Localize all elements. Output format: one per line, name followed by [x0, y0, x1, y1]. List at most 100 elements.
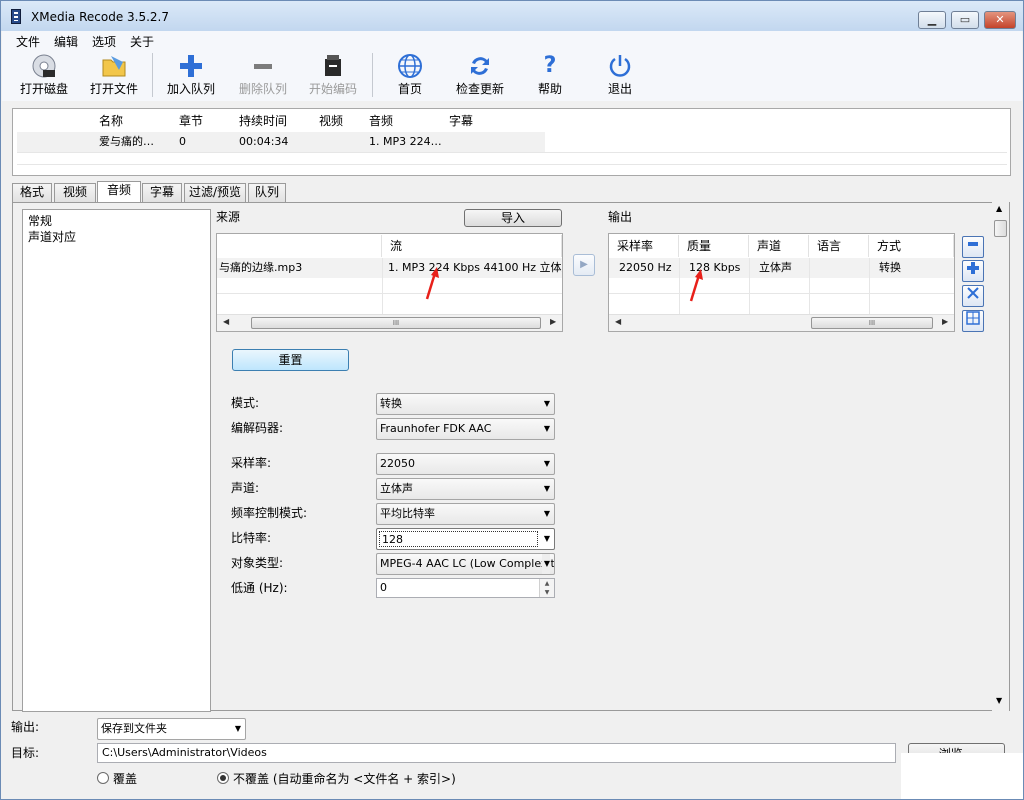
- home-button[interactable]: 首页: [382, 49, 438, 101]
- tab-subtitle[interactable]: 字幕: [142, 183, 182, 202]
- spin-up-icon[interactable]: ▲: [540, 579, 554, 588]
- menu-options[interactable]: 选项: [92, 33, 116, 50]
- grid-line: [17, 164, 1007, 165]
- spin-buttons[interactable]: ▲ ▼: [539, 579, 554, 597]
- output-header-quality[interactable]: 质量: [679, 235, 749, 257]
- help-button[interactable]: ? 帮助: [522, 49, 578, 101]
- ratecontrol-value: 平均比特率: [380, 507, 435, 520]
- queue-cell-video: [315, 132, 365, 152]
- no-overwrite-radio[interactable]: [217, 772, 229, 784]
- tab-audio[interactable]: 音频: [97, 181, 141, 203]
- scroll-right-icon[interactable]: ▶: [942, 317, 948, 326]
- grid-stream-button[interactable]: [962, 310, 984, 332]
- nav-item-channel-map[interactable]: 声道对应: [28, 228, 76, 245]
- open-disc-button[interactable]: 打开磁盘: [8, 49, 80, 101]
- tab-video[interactable]: 视频: [54, 183, 96, 202]
- import-button[interactable]: 导入: [464, 209, 562, 227]
- no-overwrite-label: 不覆盖 (自动重命名为 <文件名 + 索引>): [233, 772, 456, 786]
- queue-list[interactable]: 名称 章节 持续时间 视频 音频 字幕 爱与痛的… 0 00:04:34 1. …: [12, 108, 1011, 176]
- scroll-up-icon[interactable]: ▲: [996, 204, 1002, 213]
- queue-cell-subtitle: [445, 132, 545, 152]
- add-queue-button[interactable]: 加入队列: [160, 49, 222, 101]
- scroll-left-icon[interactable]: ◀: [615, 317, 621, 326]
- exit-button[interactable]: 退出: [592, 49, 648, 101]
- output-header-method[interactable]: 方式: [869, 235, 954, 257]
- output-mode-select[interactable]: 保存到文件夹 ▼: [97, 718, 246, 740]
- vscroll-thumb[interactable]: [994, 220, 1007, 237]
- source-header-stream[interactable]: 流: [382, 235, 562, 257]
- audio-nav-tree[interactable]: 常规 声道对应: [22, 209, 211, 712]
- spin-down-icon[interactable]: ▼: [540, 588, 554, 597]
- output-header-language[interactable]: 语言: [809, 235, 869, 257]
- title-bar[interactable]: XMedia Recode 3.5.2.7 ▁ ▭ ✕: [1, 1, 1023, 31]
- source-stream-list[interactable]: 流 与痛的边缘.mp3 1. MP3 224 Kbps 44100 Hz 立体声…: [216, 233, 563, 332]
- grid-line: [382, 258, 383, 316]
- overwrite-label: 覆盖: [113, 772, 138, 786]
- start-encode-button[interactable]: 开始编码: [302, 49, 364, 101]
- maximize-button[interactable]: ▭: [951, 11, 979, 29]
- lowpass-value: 0: [380, 581, 387, 594]
- nav-item-general[interactable]: 常规: [28, 212, 52, 229]
- add-stream-button[interactable]: [962, 260, 984, 282]
- output-hscrollbar[interactable]: ◀ III ▶: [609, 314, 954, 331]
- minus-icon: [250, 53, 276, 79]
- scroll-down-icon[interactable]: ▼: [996, 696, 1002, 705]
- chevron-down-icon[interactable]: ▼: [544, 529, 550, 549]
- source-scroll-thumb[interactable]: III: [251, 317, 541, 329]
- queue-header-duration[interactable]: 持续时间: [235, 111, 315, 131]
- minimize-button[interactable]: ▁: [918, 11, 946, 29]
- source-header-file[interactable]: [217, 235, 382, 257]
- output-header-channels[interactable]: 声道: [749, 235, 809, 257]
- move-right-button[interactable]: ▶: [573, 254, 595, 276]
- chevron-down-icon: ▼: [234, 724, 241, 733]
- close-button[interactable]: ✕: [984, 11, 1016, 29]
- channels-select[interactable]: 立体声 ▼: [376, 478, 555, 500]
- settings-vscrollbar[interactable]: ▲ ▼: [992, 202, 1009, 711]
- samplerate-value: 22050: [380, 457, 415, 470]
- mode-select[interactable]: 转换 ▼: [376, 393, 555, 415]
- scroll-right-icon[interactable]: ▶: [550, 317, 556, 326]
- open-file-button[interactable]: 打开文件: [80, 49, 148, 101]
- queue-header-name[interactable]: 名称: [95, 111, 175, 131]
- encode-icon: [320, 53, 346, 79]
- tab-filter-preview[interactable]: 过滤/预览: [184, 183, 246, 202]
- objtype-select[interactable]: MPEG-4 AAC LC (Low Complexity ▼: [376, 553, 555, 575]
- question-icon: ?: [543, 53, 557, 78]
- menu-file[interactable]: 文件: [16, 33, 40, 50]
- samplerate-label: 采样率:: [231, 456, 272, 470]
- tab-queue[interactable]: 队列: [248, 183, 286, 202]
- queue-header-chapter[interactable]: 章节: [175, 111, 235, 131]
- queue-header-subtitle[interactable]: 字幕: [445, 111, 545, 131]
- codec-select[interactable]: Fraunhofer FDK AAC ▼: [376, 418, 555, 440]
- output-scroll-thumb[interactable]: III: [811, 317, 933, 329]
- output-cell-method: 转换: [869, 258, 954, 278]
- remove-queue-button[interactable]: 删除队列: [232, 49, 294, 101]
- source-hscrollbar[interactable]: ◀ III ▶: [217, 314, 562, 331]
- queue-header-audio[interactable]: 音频: [365, 111, 445, 131]
- reset-button[interactable]: 重置: [232, 349, 349, 371]
- ratecontrol-select[interactable]: 平均比特率 ▼: [376, 503, 555, 525]
- queue-header-video[interactable]: 视频: [315, 111, 365, 131]
- grid-line: [749, 258, 750, 316]
- check-update-button[interactable]: 检查更新: [448, 49, 512, 101]
- tab-format[interactable]: 格式: [12, 183, 52, 202]
- objtype-label: 对象类型:: [231, 556, 284, 570]
- scroll-left-icon[interactable]: ◀: [223, 317, 229, 326]
- bitrate-combobox[interactable]: 128 ▼: [376, 528, 555, 550]
- lowpass-spinbox[interactable]: 0 ▲ ▼: [376, 578, 555, 598]
- remove-stream-button[interactable]: [962, 236, 984, 258]
- samplerate-select[interactable]: 22050 ▼: [376, 453, 555, 475]
- overwrite-radio[interactable]: [97, 772, 109, 784]
- output-stream-list[interactable]: 采样率 质量 声道 语言 方式 22050 Hz 128 Kbps 立体声 转换…: [608, 233, 955, 332]
- menu-about[interactable]: 关于: [130, 33, 154, 50]
- mode-value: 转换: [380, 397, 402, 410]
- output-header-samplerate[interactable]: 采样率: [609, 235, 679, 257]
- bitrate-value[interactable]: 128: [379, 531, 538, 547]
- delete-stream-button[interactable]: [962, 285, 984, 307]
- codec-value: Fraunhofer FDK AAC: [380, 422, 492, 435]
- output-mode-value: 保存到文件夹: [101, 722, 167, 735]
- codec-label: 编解码器:: [231, 421, 284, 435]
- channels-value: 立体声: [380, 482, 413, 495]
- menu-edit[interactable]: 编辑: [54, 33, 78, 50]
- target-path-input[interactable]: C:\Users\Administrator\Videos: [97, 743, 896, 763]
